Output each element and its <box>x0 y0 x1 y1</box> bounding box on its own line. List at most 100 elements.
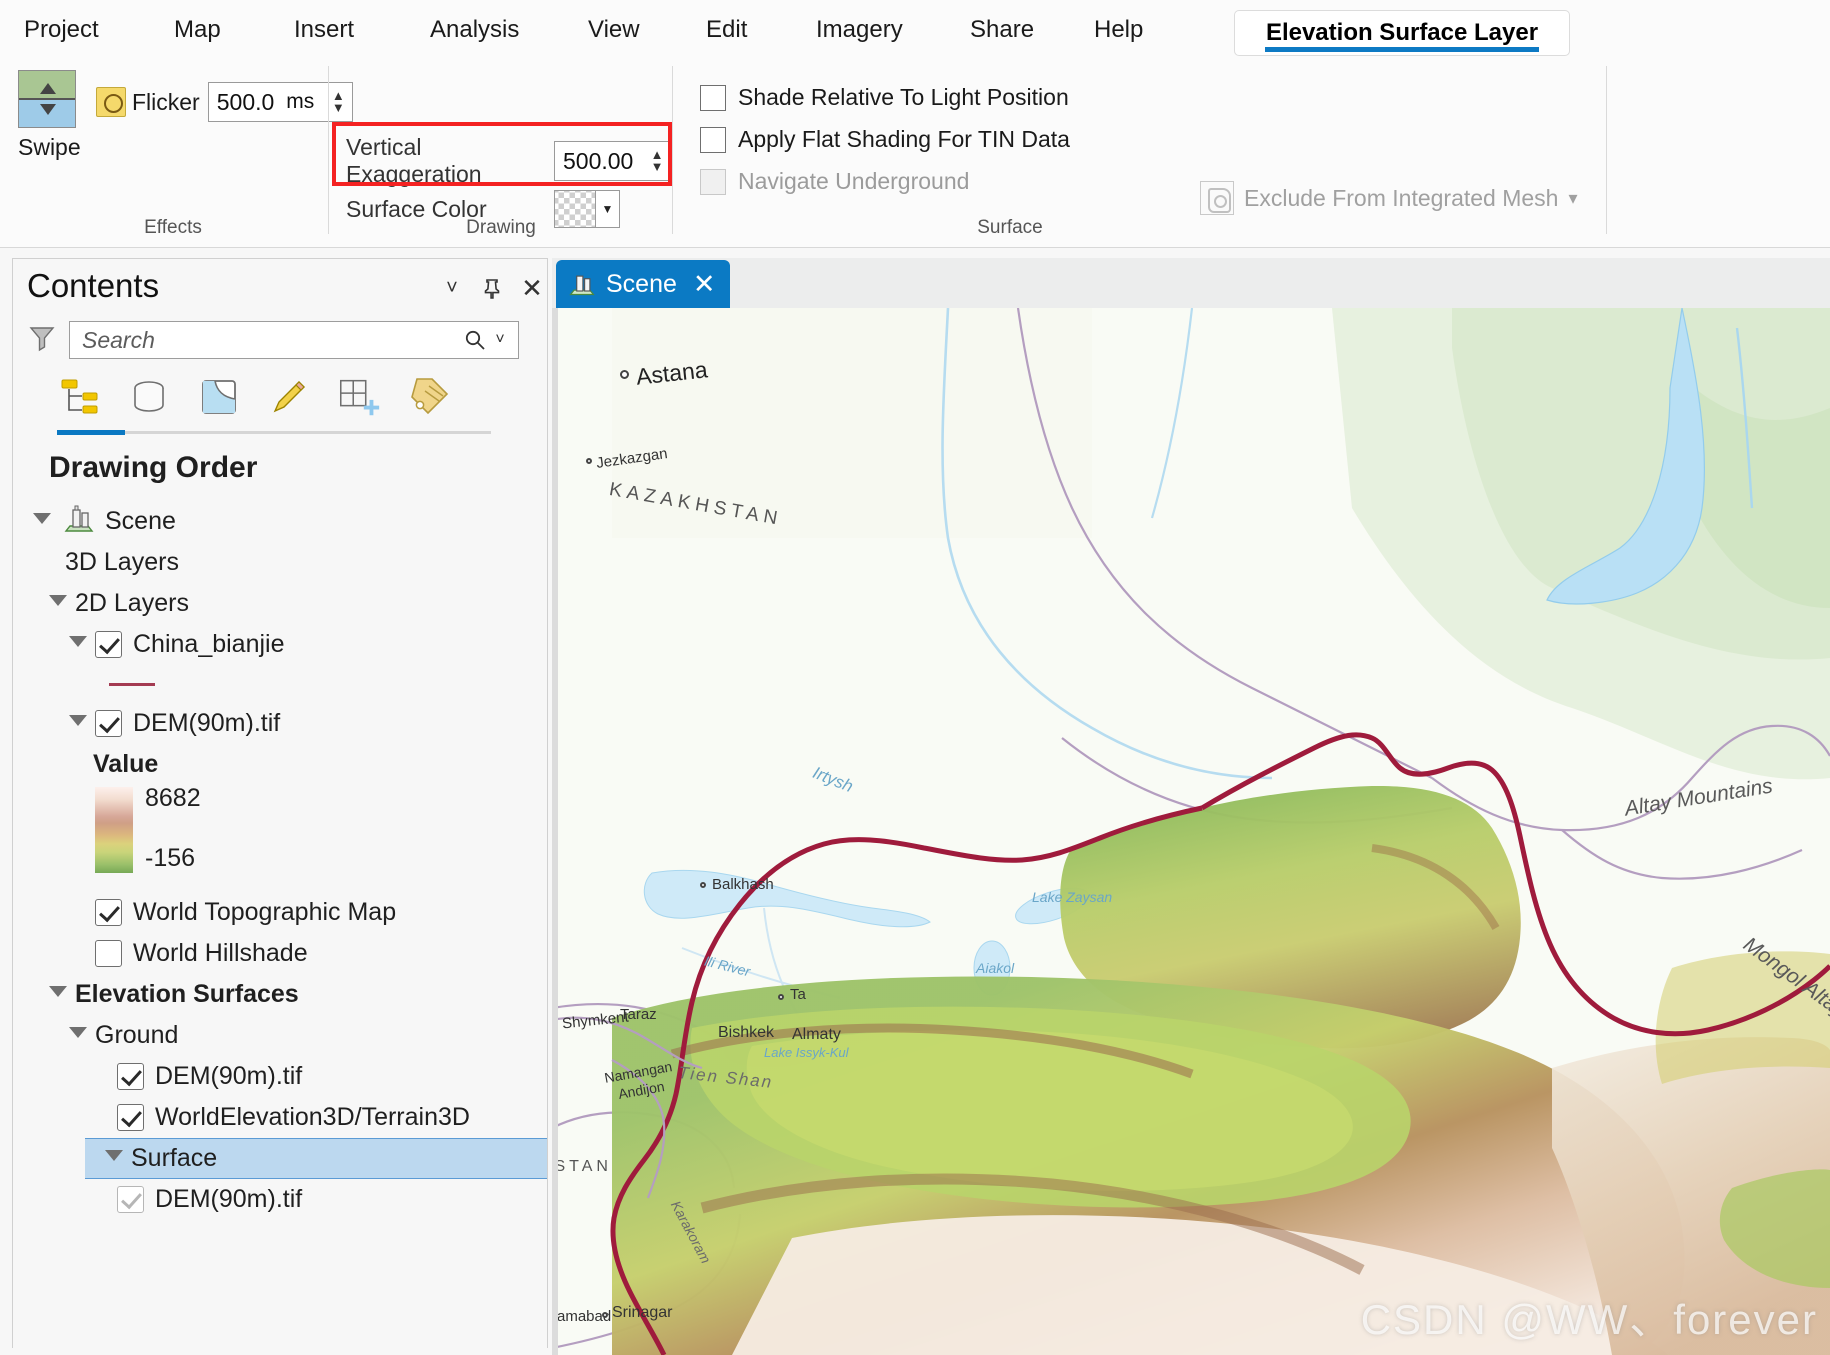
swipe-icon <box>18 70 76 128</box>
ribbon-tab-map[interactable]: Map <box>168 4 227 56</box>
pin-icon[interactable] <box>477 273 507 303</box>
tree-item-3d-layers[interactable]: 3D Layers <box>13 542 547 583</box>
ribbon-tab-elevation-surface-layer[interactable]: Elevation Surface Layer <box>1234 10 1570 56</box>
tree-item-world-topographic-map[interactable]: World Topographic Map <box>13 892 547 933</box>
labeling-tab[interactable] <box>405 373 453 421</box>
ribbon-tab-view[interactable]: View <box>582 4 646 56</box>
snapping-tab[interactable] <box>335 373 383 421</box>
tree-item-label: World Hillshade <box>133 939 308 967</box>
chevron-down-icon[interactable]: ˅ <box>488 331 512 349</box>
checkbox-icon[interactable] <box>700 84 726 111</box>
tree-item-label: China_bianjie <box>133 630 285 658</box>
search-box[interactable]: ˅ <box>69 321 519 359</box>
expander-icon[interactable] <box>105 1150 123 1170</box>
layer-visibility-checkbox[interactable] <box>95 940 122 967</box>
close-icon[interactable]: ✕ <box>517 273 547 303</box>
city-dot <box>778 994 784 1000</box>
flicker-icon <box>96 87 126 117</box>
tree-item-label: 3D Layers <box>65 548 179 576</box>
flicker-spin-arrows[interactable]: ▲ ▼ <box>330 89 346 114</box>
layer-visibility-checkbox[interactable] <box>95 631 122 658</box>
layer-visibility-checkbox[interactable] <box>117 1104 144 1131</box>
contents-pane: Contents ˅ ✕ ˅ <box>12 258 548 1348</box>
watermark: CSDN @WW、forever <box>1360 1296 1818 1343</box>
data-source-tab[interactable] <box>125 373 173 421</box>
ribbon-tab-project[interactable]: Project <box>18 4 105 56</box>
flicker-control[interactable]: Flicker 500.0 ms ▲ ▼ <box>96 82 354 122</box>
ribbon-tab-label: View <box>588 16 640 43</box>
tree-item-label: DEM(90m).tif <box>155 1185 303 1213</box>
tree-item-label: Surface <box>131 1144 218 1172</box>
ribbon-tab-help[interactable]: Help <box>1088 4 1149 56</box>
filter-icon[interactable] <box>27 323 61 358</box>
apply-flat-shading-checkbox-row[interactable]: Apply Flat Shading For TIN Data <box>700 126 1070 153</box>
ribbon-tab-insert[interactable]: Insert <box>288 4 360 56</box>
contents-pane-header: Contents ˅ ✕ <box>13 259 547 317</box>
checkbox-icon[interactable] <box>700 126 726 153</box>
flicker-duration-spinbox[interactable]: 500.0 ms ▲ ▼ <box>207 82 354 122</box>
tree-item-label: DEM(90m).tif <box>155 1062 303 1090</box>
line-symbol-swatch[interactable] <box>109 682 155 686</box>
layer-visibility-checkbox[interactable] <box>95 710 122 737</box>
tree-item-label: 2D Layers <box>75 589 189 617</box>
tree-item-elevation-surfaces[interactable]: Elevation Surfaces <box>13 974 547 1015</box>
page-title: Contents <box>27 267 160 304</box>
swipe-button[interactable]: Swipe <box>18 70 81 161</box>
expander-icon[interactable] <box>33 513 51 533</box>
expander-icon[interactable] <box>69 636 87 656</box>
layer-visibility-checkbox[interactable] <box>95 899 122 926</box>
tree-item-ground[interactable]: Ground <box>13 1015 547 1056</box>
group-label-effects: Effects <box>144 217 202 238</box>
vertical-exaggeration-control[interactable]: Vertical Exaggeration 500.00 ▲ ▼ <box>346 134 672 188</box>
expander-icon[interactable] <box>69 1027 87 1047</box>
scene-icon <box>63 503 95 540</box>
tree-item-label: DEM(90m).tif <box>133 709 281 737</box>
layers-tree: Scene 3D Layers 2D Layers China_bianjie <box>13 501 547 1220</box>
vertical-exaggeration-spin-arrows[interactable]: ▲ ▼ <box>649 148 665 173</box>
tree-item-world-hillshade[interactable]: World Hillshade <box>13 933 547 974</box>
tab-scene[interactable]: Scene ✕ <box>556 260 730 308</box>
shade-relative-to-light-checkbox-row[interactable]: Shade Relative To Light Position <box>700 84 1069 111</box>
tree-item-ground-dem-90m[interactable]: DEM(90m).tif <box>13 1056 547 1097</box>
tree-item-label: Scene <box>105 507 176 535</box>
selection-tab[interactable] <box>195 373 243 421</box>
color-ramp-swatch <box>95 787 133 873</box>
expander-icon[interactable] <box>49 595 67 615</box>
flicker-duration-value: 500.0 <box>216 88 275 115</box>
ribbon-tab-share[interactable]: Share <box>964 4 1040 56</box>
ribbon-tab-analysis[interactable]: Analysis <box>424 4 525 56</box>
tree-item-china-bianjie[interactable]: China_bianjie <box>13 624 547 665</box>
arcgis-pro-window: Project Map Insert Analysis View Edit Im… <box>0 0 1830 1355</box>
scene-map-canvas[interactable]: Astana Jezkazgan KAZAKHSTAN Irtysh Balkh… <box>552 308 1830 1355</box>
vertical-exaggeration-value: 500.00 <box>563 147 634 174</box>
vertical-exaggeration-label: Vertical Exaggeration <box>346 134 482 187</box>
layer-visibility-checkbox[interactable] <box>117 1186 144 1213</box>
drawing-order-tab[interactable] <box>55 373 103 421</box>
tree-item-dem-90m-2d[interactable]: DEM(90m).tif <box>13 703 547 744</box>
expander-icon[interactable] <box>69 715 87 735</box>
search-icon[interactable] <box>462 328 488 352</box>
exclude-mesh-label: Exclude From Integrated Mesh <box>1244 184 1559 211</box>
ribbon-tab-imagery[interactable]: Imagery <box>810 4 909 56</box>
chevron-down-icon[interactable]: ˅ <box>437 273 467 303</box>
tree-item-surface[interactable]: Surface <box>85 1138 547 1179</box>
tree-item-world-elevation-terrain3d[interactable]: WorldElevation3D/Terrain3D <box>13 1097 547 1138</box>
ribbon: Project Map Insert Analysis View Edit Im… <box>0 0 1830 248</box>
contents-tab-indicator <box>57 430 491 435</box>
group-divider-1 <box>328 66 329 234</box>
close-icon[interactable]: ✕ <box>693 269 716 300</box>
tree-item-surface-dem-90m[interactable]: DEM(90m).tif <box>13 1179 547 1220</box>
expander-icon[interactable] <box>49 986 67 1006</box>
vertical-exaggeration-spinbox[interactable]: 500.00 ▲ ▼ <box>554 141 672 181</box>
tree-item-scene[interactable]: Scene <box>13 501 547 542</box>
ribbon-tab-edit[interactable]: Edit <box>700 4 753 56</box>
editing-tab[interactable] <box>265 373 313 421</box>
layer-visibility-checkbox[interactable] <box>117 1063 144 1090</box>
search-input[interactable] <box>82 326 462 354</box>
ramp-max-label: 8682 <box>145 784 201 812</box>
contents-view-tabs <box>55 373 453 421</box>
tree-item-china-bianjie-symbol[interactable] <box>13 665 547 703</box>
tree-item-2d-layers[interactable]: 2D Layers <box>13 583 547 624</box>
tree-item-label: Elevation Surfaces <box>75 980 299 1008</box>
group-label-surface: Surface <box>977 217 1043 238</box>
